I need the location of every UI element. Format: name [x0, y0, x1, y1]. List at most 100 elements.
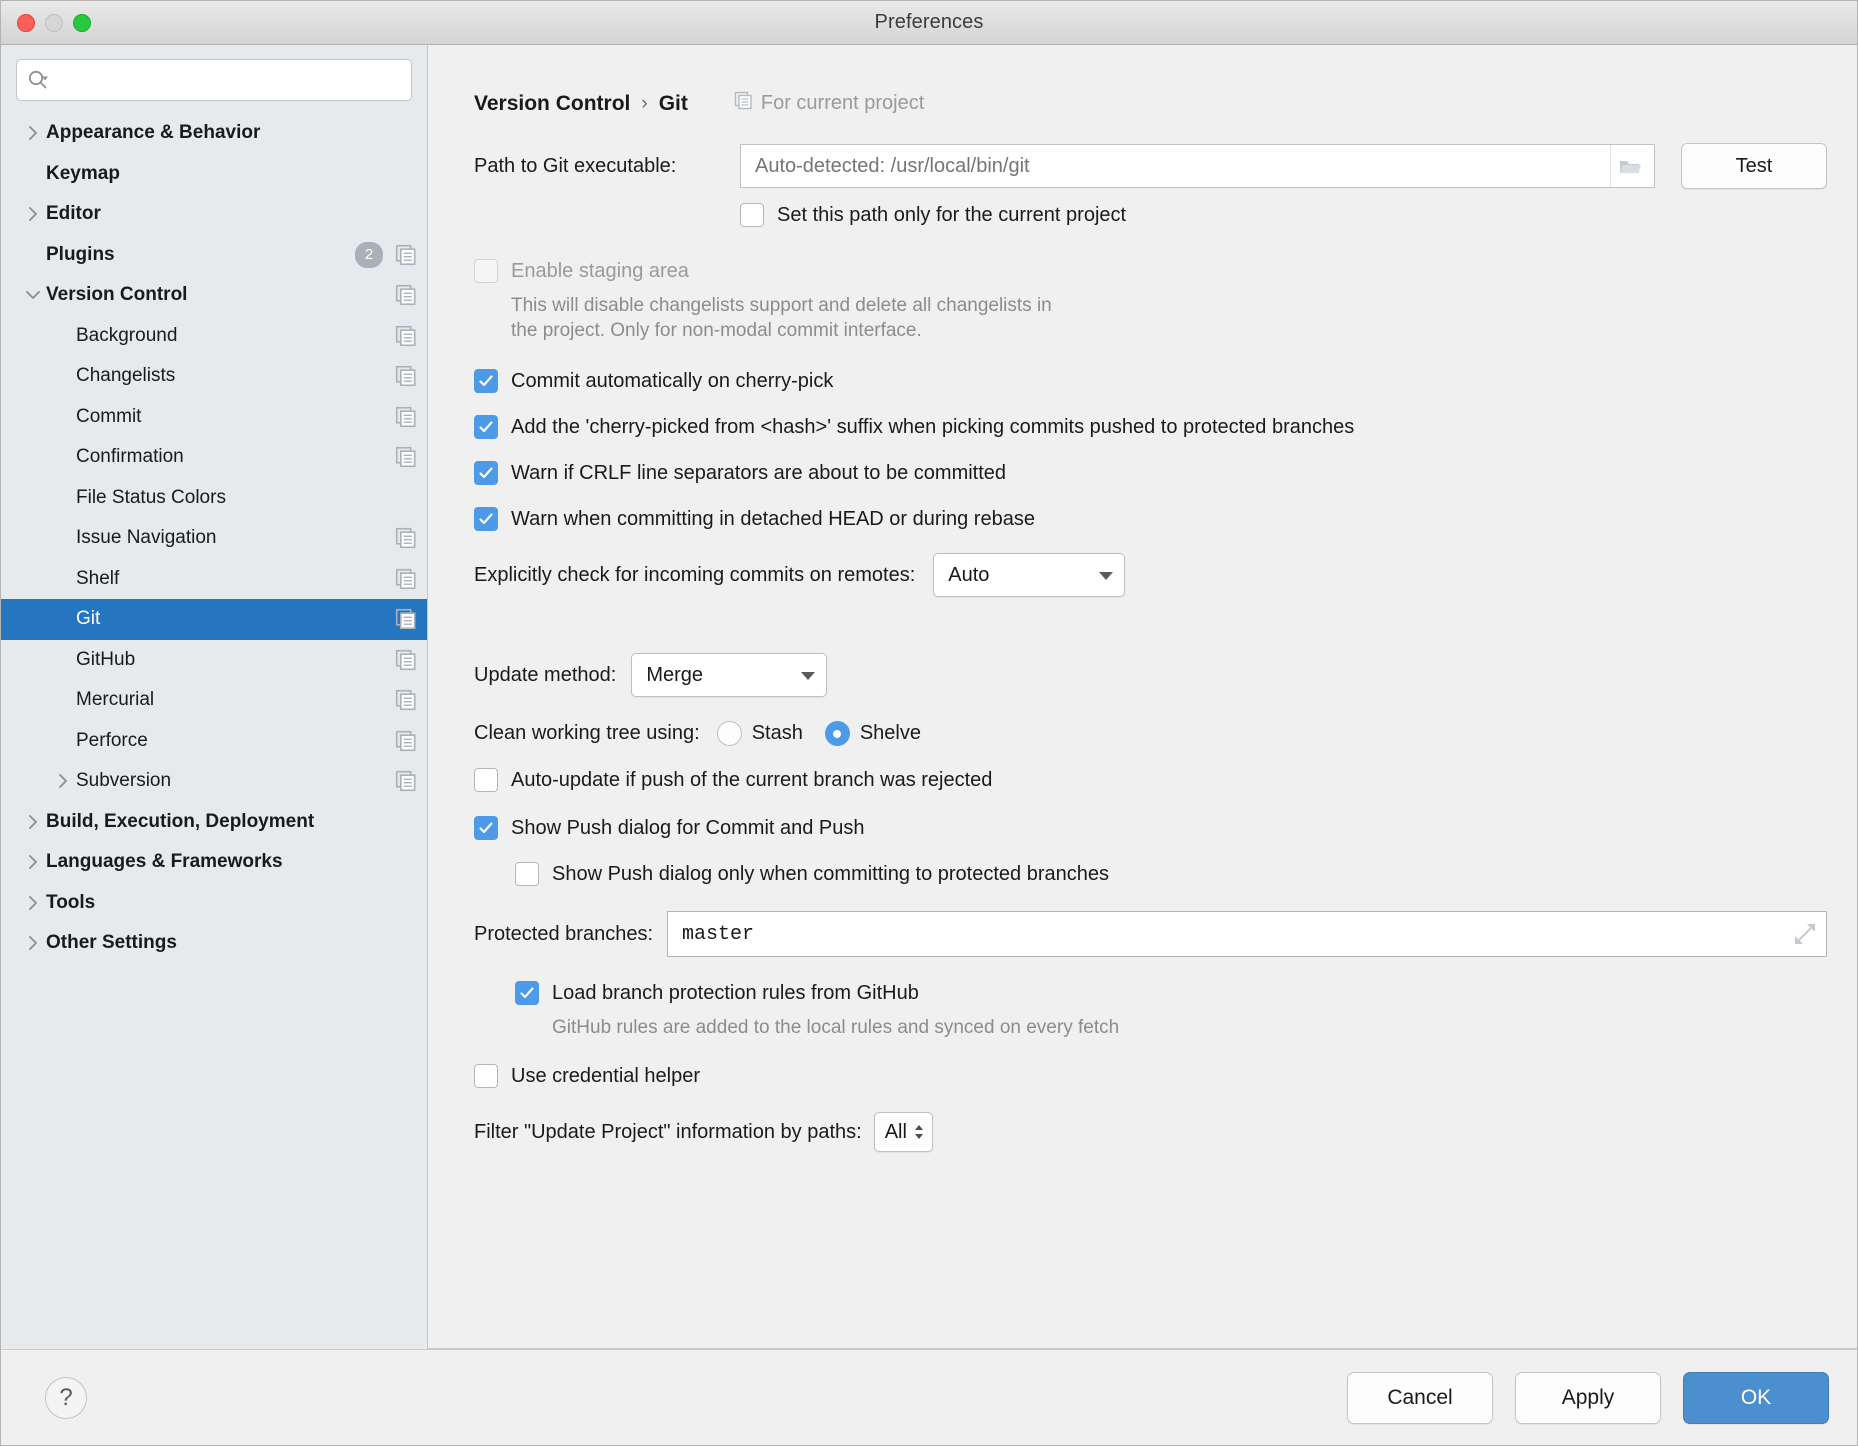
- search-box[interactable]: [16, 59, 412, 101]
- breadcrumb: Version Control › Git For current projec…: [458, 91, 1827, 116]
- git-option-row-0[interactable]: Commit automatically on cherry-pick: [458, 369, 1827, 394]
- sidebar-item-commit[interactable]: Commit: [1, 397, 427, 438]
- sidebar-item-tools[interactable]: Tools: [1, 883, 427, 924]
- load-branch-rules-description: GitHub rules are added to the local rule…: [552, 1017, 1120, 1039]
- git-option-checkbox-1[interactable]: [474, 415, 498, 440]
- show-push-dialog-row[interactable]: Show Push dialog for Commit and Push: [458, 816, 1827, 841]
- sidebar-item-label: Shelf: [76, 567, 120, 589]
- cancel-button[interactable]: Cancel: [1347, 1371, 1493, 1424]
- protected-branches-field[interactable]: [667, 911, 1827, 958]
- sidebar-item-changelists[interactable]: Changelists: [1, 356, 427, 397]
- chevron-right-icon[interactable]: [20, 813, 46, 831]
- set-path-current-project-row[interactable]: Set this path only for the current proje…: [458, 203, 1827, 227]
- chevron-right-icon[interactable]: [20, 894, 46, 912]
- search-icon: [27, 69, 49, 91]
- load-branch-rules-checkbox[interactable]: [515, 981, 539, 1006]
- git-settings-page: Version Control › Git For current projec…: [428, 45, 1857, 1153]
- update-method-dropdown[interactable]: Merge: [631, 653, 828, 698]
- chevron-right-icon[interactable]: [20, 205, 46, 223]
- incoming-commits-dropdown[interactable]: Auto: [933, 553, 1126, 598]
- chevron-down-icon: [800, 664, 816, 687]
- sidebar-item-label: Editor: [46, 203, 101, 225]
- stash-radio[interactable]: [716, 721, 742, 747]
- set-path-current-project-checkbox[interactable]: [740, 203, 764, 227]
- sidebar-item-label: Issue Navigation: [76, 527, 217, 549]
- git-path-row: Path to Git executable: Test: [458, 143, 1827, 189]
- apply-button[interactable]: Apply: [1515, 1371, 1661, 1424]
- enable-staging-area-description: This will disable changelists support an…: [458, 293, 1827, 343]
- git-option-checkbox-0[interactable]: [474, 369, 498, 394]
- sidebar-item-editor[interactable]: Editor: [1, 194, 427, 235]
- test-button[interactable]: Test: [1681, 143, 1827, 189]
- sidebar-item-version-control[interactable]: Version Control: [1, 275, 427, 316]
- protected-branches-input[interactable]: [680, 921, 1792, 947]
- sidebar-item-issue-navigation[interactable]: Issue Navigation: [1, 518, 427, 559]
- show-push-dialog-protected-checkbox[interactable]: [515, 862, 539, 887]
- sidebar-item-confirmation[interactable]: Confirmation: [1, 437, 427, 478]
- show-push-dialog-label: Show Push dialog for Commit and Push: [511, 816, 865, 839]
- preferences-window: Preferences Appearance & Behavior Keymap E: [0, 0, 1858, 1446]
- settings-main-panel: Version Control › Git For current projec…: [428, 45, 1857, 1349]
- show-push-dialog-checkbox[interactable]: [474, 816, 498, 841]
- auto-update-rejected-row[interactable]: Auto-update if push of the current branc…: [458, 768, 1827, 793]
- git-option-row-3[interactable]: Warn when committing in detached HEAD or…: [458, 507, 1827, 532]
- chevron-right-icon[interactable]: [50, 772, 76, 790]
- copy-icon: [395, 244, 417, 266]
- sidebar-item-plugins[interactable]: Plugins 2: [1, 235, 427, 276]
- clean-working-tree-radio-stash[interactable]: Stash: [716, 721, 803, 747]
- copy-icon: [395, 730, 417, 752]
- chevron-right-icon[interactable]: [20, 124, 46, 142]
- load-branch-rules-row[interactable]: Load branch protection rules from GitHub: [458, 981, 1827, 1006]
- copy-icon: [395, 689, 417, 711]
- copy-icon: [395, 568, 417, 590]
- auto-update-rejected-label: Auto-update if push of the current branc…: [511, 768, 993, 791]
- sidebar-item-git[interactable]: Git: [1, 599, 427, 640]
- sidebar-item-build-execution-deployment[interactable]: Build, Execution, Deployment: [1, 802, 427, 843]
- enable-staging-area-checkbox: [474, 259, 498, 283]
- use-credential-helper-checkbox[interactable]: [474, 1064, 498, 1089]
- sidebar-item-shelf[interactable]: Shelf: [1, 559, 427, 600]
- sidebar-item-perforce[interactable]: Perforce: [1, 721, 427, 762]
- copy-icon: [395, 649, 417, 671]
- git-option-row-2[interactable]: Warn if CRLF line separators are about t…: [458, 461, 1827, 486]
- expand-icon[interactable]: [1792, 923, 1818, 945]
- folder-icon[interactable]: [1610, 145, 1648, 187]
- auto-update-rejected-checkbox[interactable]: [474, 768, 498, 793]
- git-option-checkbox-2[interactable]: [474, 461, 498, 486]
- chevron-right-icon[interactable]: [20, 853, 46, 871]
- sidebar-item-background[interactable]: Background: [1, 316, 427, 357]
- chevron-down-icon[interactable]: [20, 288, 46, 302]
- settings-tree[interactable]: Appearance & Behavior Keymap Editor Plugins…: [1, 113, 427, 1349]
- sidebar-item-keymap[interactable]: Keymap: [1, 154, 427, 195]
- sidebar-item-mercurial[interactable]: Mercurial: [1, 680, 427, 721]
- filter-update-project-label: Filter "Update Project" information by p…: [474, 1120, 862, 1143]
- search-container: [1, 45, 427, 113]
- sidebar-item-appearance-behavior[interactable]: Appearance & Behavior: [1, 113, 427, 154]
- search-input[interactable]: [53, 70, 401, 90]
- show-push-dialog-protected-row[interactable]: Show Push dialog only when committing to…: [458, 862, 1827, 887]
- sidebar-item-label: Confirmation: [76, 446, 184, 468]
- copy-icon: [395, 325, 417, 347]
- git-path-field[interactable]: [740, 144, 1655, 188]
- sidebar-item-other-settings[interactable]: Other Settings: [1, 923, 427, 964]
- git-option-checkbox-3[interactable]: [474, 507, 498, 532]
- ok-button[interactable]: OK: [1683, 1371, 1829, 1424]
- chevron-right-icon[interactable]: [20, 934, 46, 952]
- filter-update-project-row: Filter "Update Project" information by p…: [458, 1112, 1827, 1153]
- project-scope-indicator: For current project: [734, 91, 924, 116]
- git-option-row-1[interactable]: Add the 'cherry-picked from <hash>' suff…: [458, 415, 1827, 440]
- sidebar-item-github[interactable]: GitHub: [1, 640, 427, 681]
- copy-icon: [395, 527, 417, 549]
- clean-working-tree-radio-shelve[interactable]: Shelve: [824, 721, 921, 747]
- shelve-radio[interactable]: [824, 721, 850, 747]
- sidebar-item-subversion[interactable]: Subversion: [1, 761, 427, 802]
- help-button[interactable]: ?: [45, 1376, 87, 1419]
- git-path-input[interactable]: [753, 153, 1610, 179]
- sidebar-item-languages-frameworks[interactable]: Languages & Frameworks: [1, 842, 427, 883]
- breadcrumb-parent[interactable]: Version Control: [474, 92, 630, 116]
- use-credential-helper-row[interactable]: Use credential helper: [458, 1064, 1827, 1089]
- settings-sidebar: Appearance & Behavior Keymap Editor Plugins…: [1, 45, 428, 1349]
- sidebar-item-file-status-colors[interactable]: File Status Colors: [1, 478, 427, 519]
- enable-staging-area-label: Enable staging area: [511, 259, 689, 282]
- filter-update-project-stepper[interactable]: All: [873, 1112, 933, 1153]
